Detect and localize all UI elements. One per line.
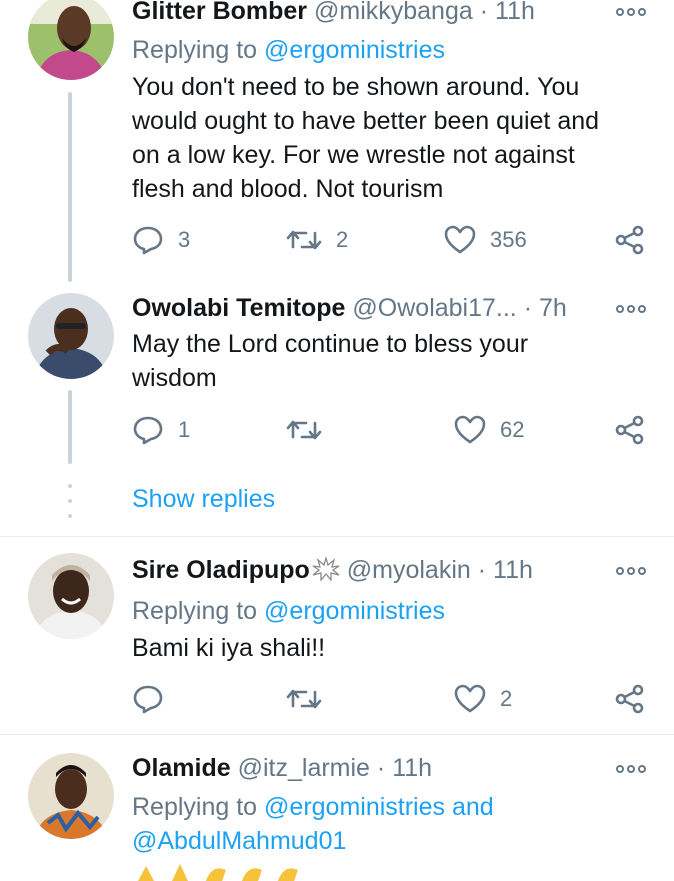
tweet-text-line: flesh and blood. Not tourism	[132, 175, 444, 203]
replying-to: Replying to @ergoministries and @AbdulMa…	[132, 790, 494, 858]
display-name[interactable]: Olamide	[132, 754, 231, 782]
user-handle[interactable]: @mikkybanga	[314, 0, 473, 25]
mention-link[interactable]: @ergoministries and	[264, 793, 494, 821]
tweet[interactable]: Glitter Bomber @mikkybanga · 11h Replyin…	[0, 0, 674, 282]
separator: ·	[477, 556, 487, 584]
avatar[interactable]	[28, 753, 114, 839]
tweet-header: Olamide @itz_larmie · 11h	[132, 753, 654, 783]
share-button[interactable]	[614, 223, 646, 257]
thread-line	[68, 390, 72, 464]
replying-to: Replying to @ergoministries	[132, 33, 445, 67]
timestamp[interactable]: 11h	[495, 0, 535, 25]
replying-prefix: Replying to	[132, 793, 258, 821]
burst-icon	[312, 557, 340, 581]
tweet-text: You don't need to be shown around. You w…	[132, 70, 642, 206]
reply-icon	[133, 416, 163, 445]
retweet-count: 2	[336, 227, 349, 252]
retweet-button[interactable]	[286, 413, 322, 447]
cropped-emoji-row	[138, 864, 298, 881]
retweet-button[interactable]	[286, 682, 322, 716]
tweet[interactable]: Owolabi Temitope @Owolabi17... · 7h May …	[0, 281, 674, 536]
separator: ·	[479, 0, 489, 25]
tweet-actions: 1 62	[132, 413, 652, 447]
more-options-icon[interactable]	[616, 6, 646, 18]
tweet-text-line: wisdom	[132, 364, 217, 392]
more-options-icon[interactable]	[616, 303, 646, 315]
replying-prefix: Replying to	[132, 597, 258, 625]
thread-line	[68, 92, 72, 282]
reply-count: 1	[178, 417, 191, 442]
thread-continuation-dots	[68, 484, 72, 518]
like-count: 356	[490, 227, 527, 252]
tweet[interactable]: Olamide @itz_larmie · 11h Replying to @e…	[0, 735, 674, 881]
tweet-text-line: on a low key. For we wrestle not against	[132, 141, 575, 169]
like-button[interactable]: 356	[444, 223, 527, 257]
retweet-icon	[286, 689, 322, 709]
user-handle[interactable]: @myolakin	[347, 556, 471, 584]
tweet-header: Owolabi Temitope @Owolabi17... · 7h	[132, 293, 654, 323]
display-name[interactable]: Owolabi Temitope	[132, 294, 345, 322]
tweet-actions: 3 2 356	[132, 223, 652, 257]
reply-button[interactable]	[132, 682, 164, 716]
reply-icon	[133, 685, 163, 714]
user-handle[interactable]: @itz_larmie	[238, 754, 370, 782]
replying-prefix: Replying to	[132, 36, 258, 64]
tweet[interactable]: Sire Oladipupo @myolakin · 11h Replying …	[0, 537, 674, 734]
share-icon	[615, 684, 644, 714]
retweet-button[interactable]: 2	[286, 223, 348, 257]
mention-link[interactable]: @ergoministries	[264, 36, 445, 64]
tweet-actions: 2	[132, 682, 652, 716]
show-replies-link[interactable]: Show replies	[132, 482, 275, 516]
more-options-icon[interactable]	[616, 565, 646, 577]
heart-icon	[444, 225, 476, 254]
avatar[interactable]	[28, 0, 114, 80]
like-count: 62	[500, 417, 525, 442]
mention-link[interactable]: @AbdulMahmud01	[132, 824, 494, 858]
timestamp[interactable]: 11h	[392, 754, 432, 782]
retweet-icon	[286, 230, 322, 250]
reply-button[interactable]: 3	[132, 223, 190, 257]
separator: ·	[523, 294, 533, 322]
share-button[interactable]	[614, 413, 646, 447]
heart-icon	[454, 415, 486, 444]
tweet-text-line: May the Lord continue to bless your	[132, 330, 529, 358]
timestamp[interactable]: 11h	[493, 556, 533, 584]
avatar[interactable]	[28, 293, 114, 379]
tweet-text: Bami ki iya shali!!	[132, 631, 642, 665]
share-icon	[615, 225, 644, 255]
reply-count: 3	[178, 227, 191, 252]
tweet-text-line: You don't need to be shown around. You	[132, 73, 580, 101]
mention-link[interactable]: @ergoministries	[264, 597, 445, 625]
tweet-text: May the Lord continue to bless your wisd…	[132, 327, 642, 395]
share-icon	[615, 415, 644, 445]
share-button[interactable]	[614, 682, 646, 716]
like-count: 2	[500, 686, 513, 711]
separator: ·	[376, 754, 386, 782]
more-options-icon[interactable]	[616, 763, 646, 775]
replying-to: Replying to @ergoministries	[132, 594, 445, 628]
like-button[interactable]: 2	[454, 682, 512, 716]
heart-icon	[454, 684, 486, 713]
retweet-icon	[286, 420, 322, 440]
tweet-text-line: would ought to have better been quiet an…	[132, 107, 600, 135]
reply-icon	[133, 226, 163, 255]
user-handle[interactable]: @Owolabi17...	[352, 294, 516, 322]
display-name[interactable]: Glitter Bomber	[132, 0, 307, 25]
tweet-header: Glitter Bomber @mikkybanga · 11h	[132, 0, 654, 26]
timestamp[interactable]: 7h	[539, 294, 567, 322]
like-button[interactable]: 62	[454, 413, 524, 447]
reply-button[interactable]: 1	[132, 413, 190, 447]
display-name[interactable]: Sire Oladipupo	[132, 556, 310, 584]
tweet-header: Sire Oladipupo @myolakin · 11h	[132, 555, 654, 585]
tweet-text-line: Bami ki iya shali!!	[132, 634, 326, 662]
avatar[interactable]	[28, 553, 114, 639]
